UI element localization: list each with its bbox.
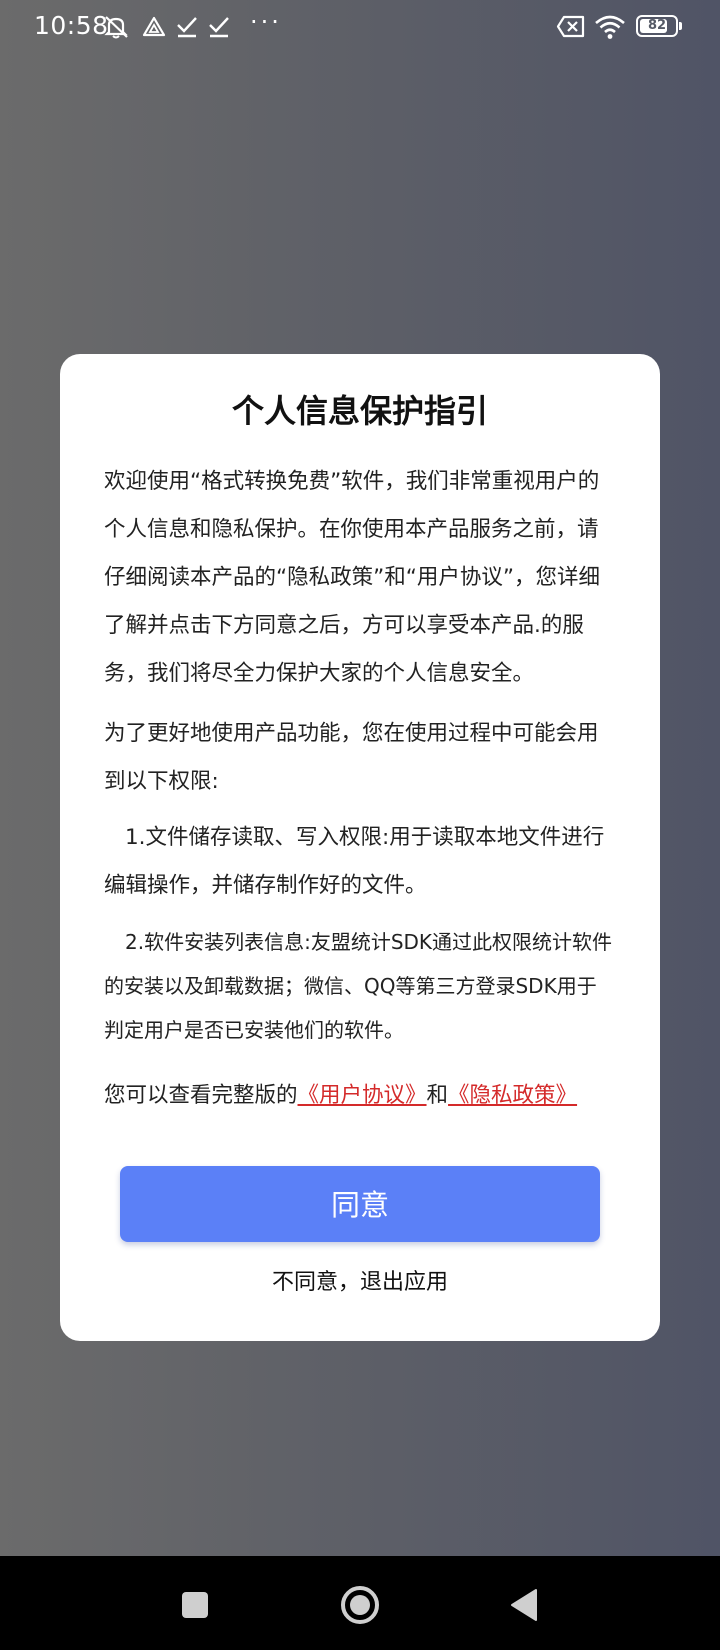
check-icon: [208, 14, 230, 40]
battery-icon: 82: [636, 15, 682, 37]
user-agreement-link[interactable]: 《用户协议》: [298, 1083, 427, 1108]
links-prefix: 您可以查看完整版的: [104, 1083, 298, 1108]
status-time: 10:58: [34, 11, 109, 40]
permission-item-storage: 1.文件储存读取、写入权限:用于读取本地文件进行编辑操作，并储存制作好的文件。: [104, 825, 605, 898]
wifi-icon: [594, 14, 626, 40]
permissions-intro-text: 为了更好地使用产品功能，您在使用过程中可能会用到以下权限:: [104, 721, 599, 794]
status-bar: 10:58 ··· 82: [0, 0, 720, 56]
privacy-dialog: 个人信息保护指引 欢迎使用“格式转换免费”软件，我们非常重视用户的个人信息和隐私…: [60, 354, 660, 1341]
dialog-title: 个人信息保护指引: [231, 392, 488, 430]
drive-icon: [142, 14, 166, 40]
privacy-policy-link[interactable]: 《隐私政策》: [448, 1083, 577, 1108]
back-triangle-icon[interactable]: [500, 1580, 550, 1630]
battery-level: 82: [647, 18, 667, 33]
permission-item-install-list: 2.软件安装列表信息:友盟统计SDK通过此权限统计软件的安装以及卸载数据；微信、…: [104, 930, 613, 1042]
mute-alarm-icon: [102, 14, 130, 40]
no-sim-icon: [556, 14, 586, 40]
check-icon: [176, 14, 198, 40]
links-line: 您可以查看完整版的《用户协议》和《隐私政策》: [104, 1072, 616, 1120]
disagree-exit-button[interactable]: 不同意，退出应用: [60, 1264, 660, 1296]
intro-text: 欢迎使用“格式转换免费”软件，我们非常重视用户的个人信息和隐私保护。在你使用本产…: [104, 469, 601, 686]
links-and: 和: [426, 1083, 449, 1108]
agree-button[interactable]: 同意: [120, 1166, 600, 1242]
recents-square-icon[interactable]: [170, 1580, 220, 1630]
home-circle-icon[interactable]: [335, 1580, 385, 1630]
navigation-bar: [0, 1556, 720, 1650]
more-dots-icon: ···: [250, 8, 282, 36]
